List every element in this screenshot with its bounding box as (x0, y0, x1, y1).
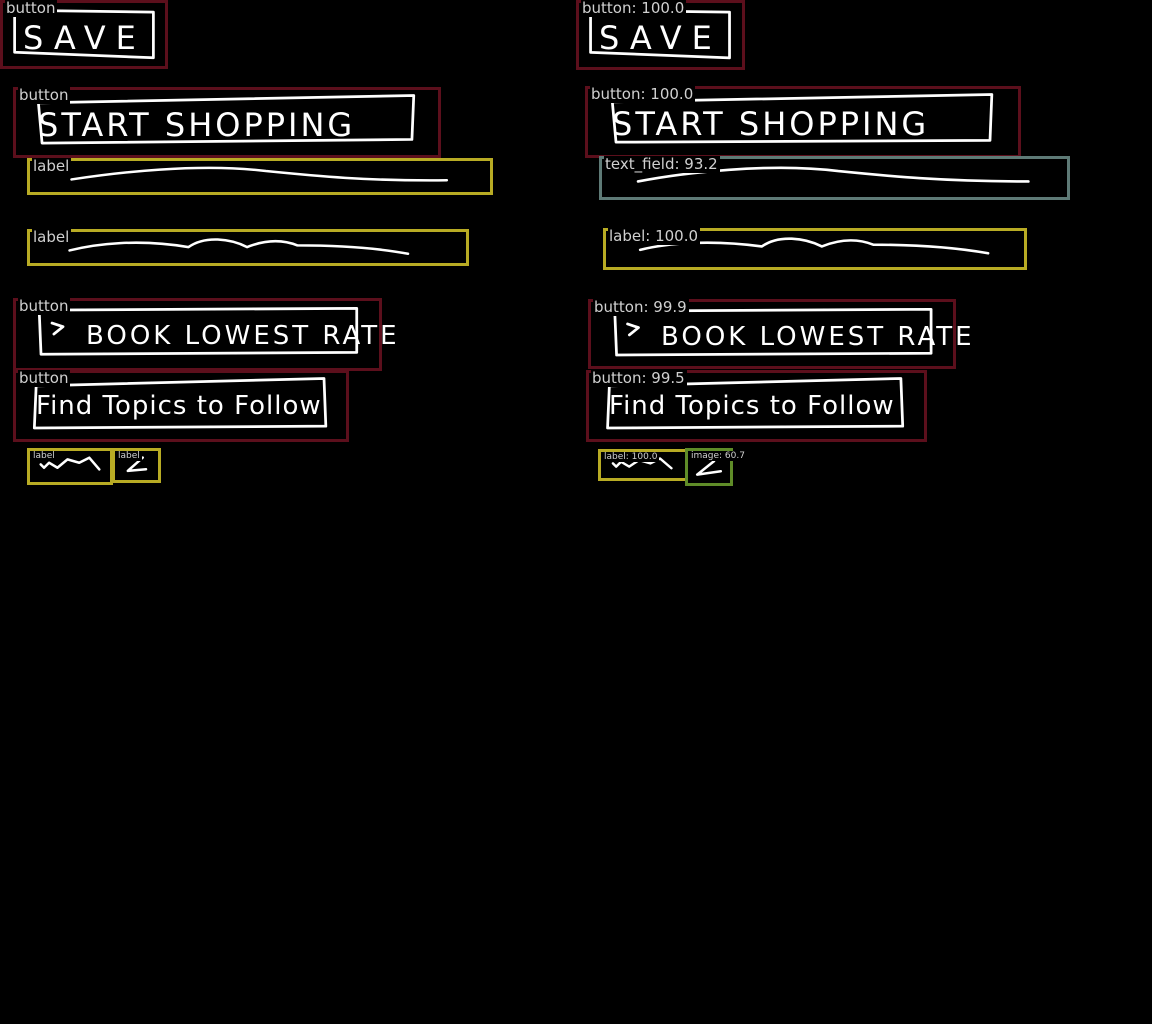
detection-tag: image: 60.7 (690, 451, 747, 461)
book-lowest-rate-button-text: BOOK LOWEST RATE (661, 322, 975, 352)
detection-tag: label (117, 451, 142, 461)
detection-tag: button (18, 86, 71, 104)
detection-tag: label: 100.0 (608, 227, 701, 245)
start-shopping-button[interactable]: START SHOPPING button: 100.0 (585, 86, 1021, 158)
detection-tag: label: 100.0 (603, 452, 660, 462)
right-detection-panel: SAVE button: 100.0 START SHOPPING button… (576, 0, 1152, 1024)
detection-tag: button (18, 369, 71, 387)
find-topics-button[interactable]: Find Topics to Follow button (13, 370, 349, 442)
detection-tag: text_field: 93.2 (604, 155, 720, 173)
detection-tag: button: 99.5 (591, 369, 687, 387)
book-lowest-rate-button[interactable]: BOOK LOWEST RATE button (13, 297, 397, 371)
detection-tag: button: 100.0 (590, 85, 696, 103)
detection-tag: button (5, 0, 58, 17)
find-topics-button[interactable]: Find Topics to Follow button: 99.5 (586, 370, 927, 442)
small-image: image: 60.7 (685, 448, 747, 486)
start-shopping-button[interactable]: START SHOPPING button (13, 87, 441, 158)
detection-tag: label (32, 228, 72, 246)
detection-tag: label (32, 157, 72, 175)
label-line-2: label (27, 229, 469, 266)
text-field[interactable]: text_field: 93.2 (599, 156, 1070, 200)
save-button[interactable]: SAVE button (0, 0, 168, 69)
start-shopping-button-text: START SHOPPING (612, 105, 930, 143)
detection-tag: button: 100.0 (581, 0, 687, 17)
left-detection-panel: SAVE button START SHOPPING button label … (0, 0, 576, 1024)
book-lowest-rate-button-text: BOOK LOWEST RATE (86, 321, 400, 351)
label-line-2-sketch (68, 238, 410, 256)
label-line: label: 100.0 (603, 228, 1027, 270)
label-line-1-sketch (70, 166, 449, 182)
save-button-text: SAVE (23, 19, 146, 57)
find-topics-button-text: Find Topics to Follow (609, 391, 895, 421)
detection-tag: button (18, 297, 71, 315)
small-label: label (27, 448, 113, 485)
start-shopping-button-text: START SHOPPING (38, 106, 356, 144)
find-topics-button-text: Find Topics to Follow (36, 391, 322, 421)
detection-tag: label (32, 451, 57, 461)
detection-tag: button: 99.9 (593, 298, 689, 316)
small-label-2: label (112, 448, 161, 483)
save-button[interactable]: SAVE button: 100.0 (576, 0, 745, 70)
book-lowest-rate-button[interactable]: BOOK LOWEST RATE button: 99.9 (588, 298, 972, 369)
save-button-text: SAVE (599, 19, 722, 57)
small-label: label: 100.0 (598, 449, 688, 481)
label-line-1: label (27, 158, 493, 195)
